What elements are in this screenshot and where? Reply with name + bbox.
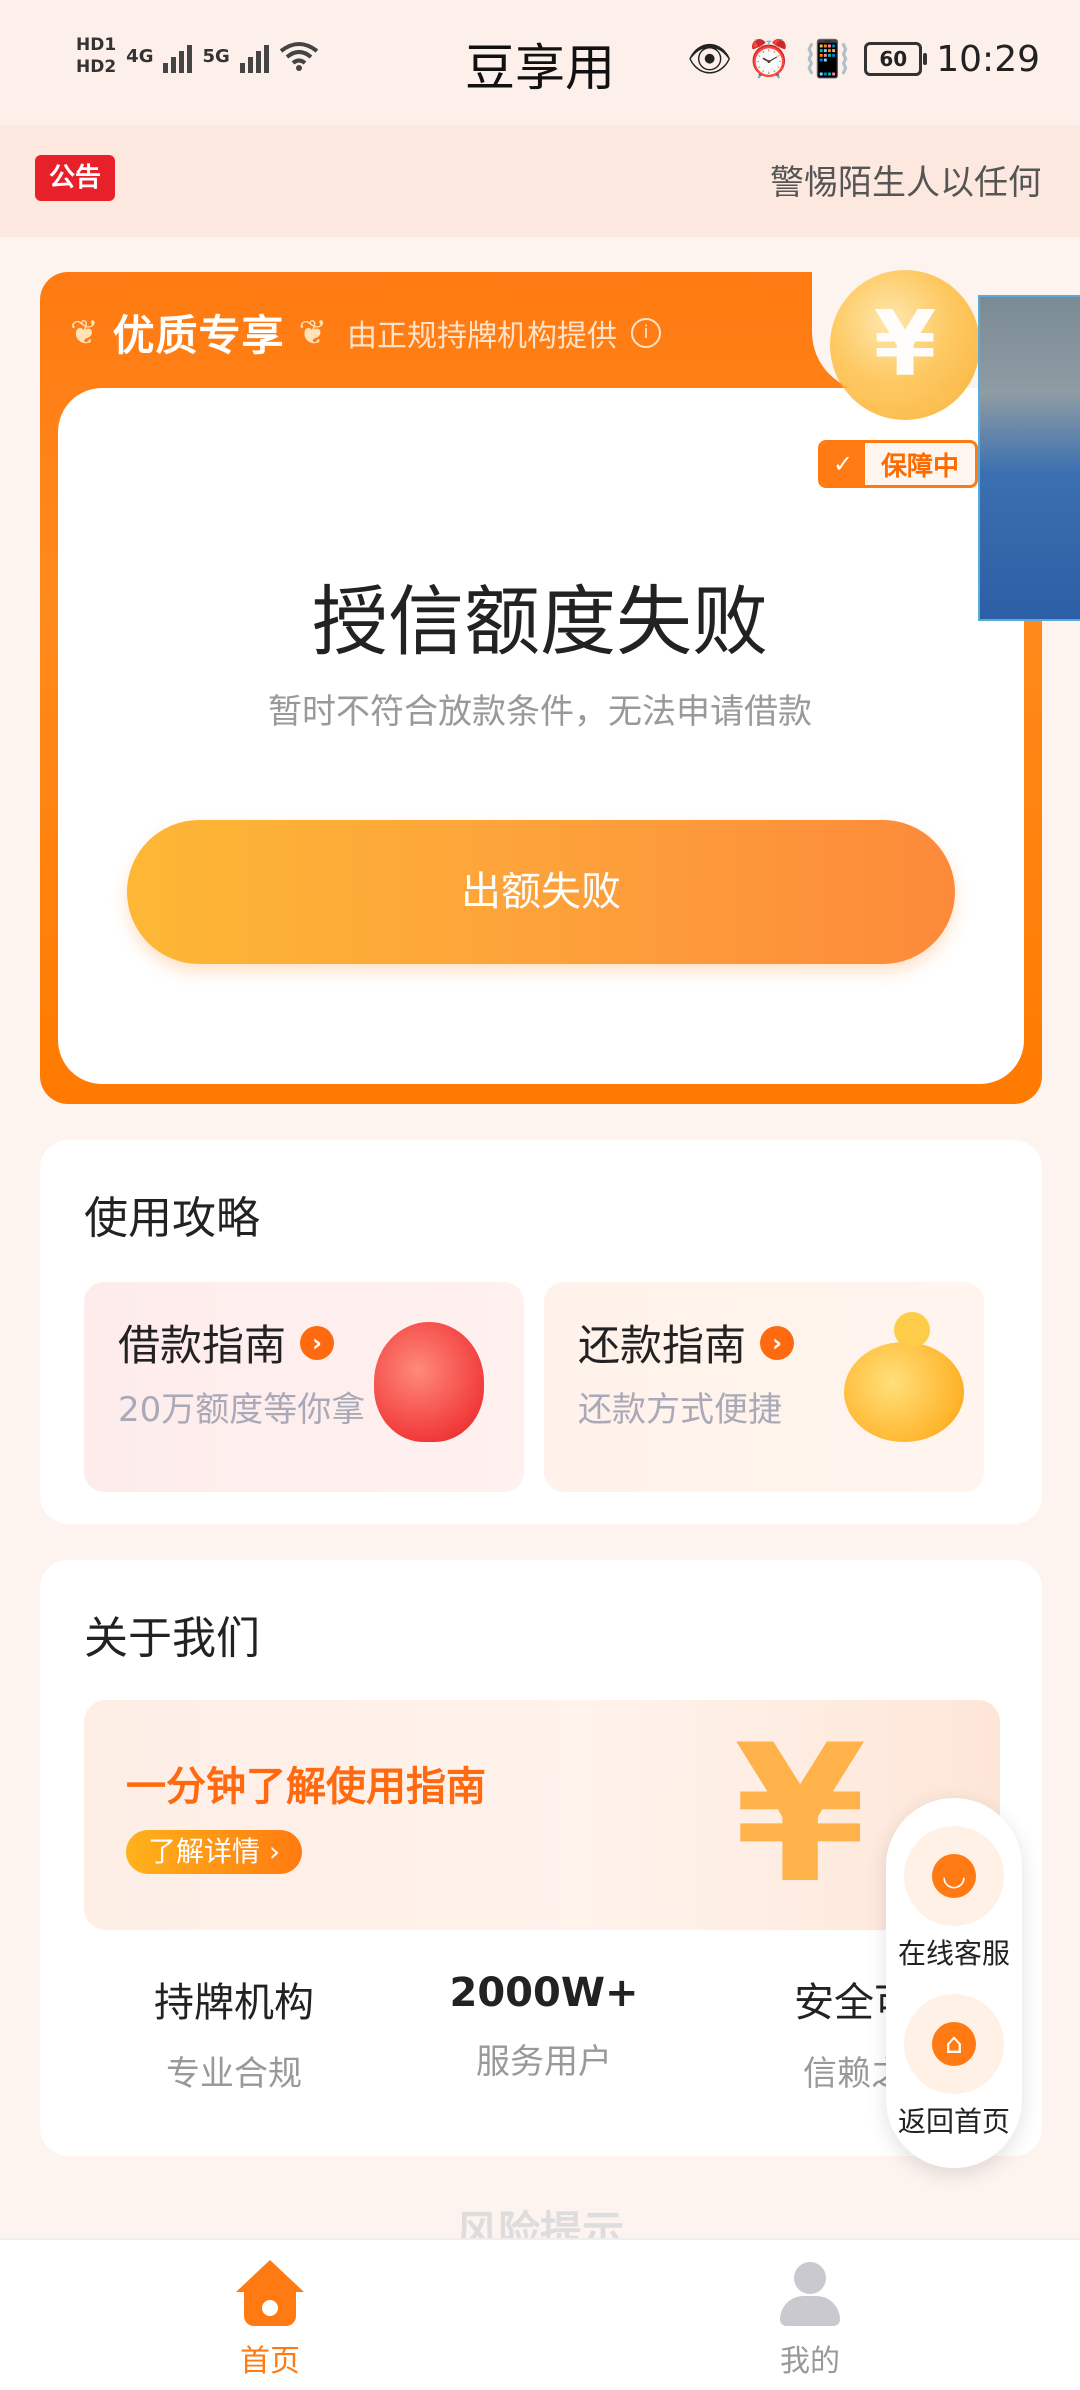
chat-icon: ◡ — [932, 1854, 976, 1898]
stat-label: 专业合规 — [166, 2054, 302, 2094]
brand-label: 优质专享 — [112, 311, 285, 360]
usage-guide-section: 使用攻略 借款指南 › 20万额度等你拿 还款指南 › 还款方式便捷 — [40, 1140, 1042, 1524]
notice-marquee[interactable]: 警惕陌生人以任何 — [770, 155, 1040, 204]
stat-value: 2000W+ — [449, 1970, 639, 2016]
repay-guide-card[interactable]: 还款指南 › 还款方式便捷 — [544, 1282, 984, 1492]
bottom-nav: 首页 我的 — [0, 2238, 1080, 2390]
floating-action-panel: ◡ 在线客服 ⌂ 返回首页 — [886, 1798, 1022, 2168]
credit-fail-button[interactable]: 出额失败 — [127, 820, 955, 964]
nav-home[interactable]: 首页 — [170, 2260, 370, 2380]
banner-title: 一分钟了解使用指南 — [126, 1764, 486, 1810]
yen-symbol-icon: ¥ — [734, 1704, 867, 1925]
user-icon — [776, 2260, 844, 2328]
money-bag-icon — [374, 1322, 484, 1442]
eye-icon: 👁 — [686, 39, 733, 80]
home-icon — [236, 2260, 304, 2328]
service-icon-wrap: ◡ — [904, 1826, 1004, 1926]
section-title: 使用攻略 — [84, 1193, 260, 1244]
loan-guide-title: 借款指南 — [118, 1321, 287, 1370]
nav-mine-label: 我的 — [780, 2344, 840, 2379]
stat-item: 持牌机构 专业合规 — [84, 1970, 384, 2095]
card-body — [58, 388, 1024, 1084]
stat-label: 服务用户 — [476, 2042, 612, 2082]
loan-guide-subtitle: 20万额度等你拿 — [118, 1390, 366, 1430]
alarm-icon: ⏰ — [746, 39, 792, 80]
coin-icon — [894, 1312, 930, 1348]
repay-guide-subtitle: 还款方式便捷 — [578, 1390, 782, 1430]
notice-tag: 公告 — [35, 155, 115, 201]
laurel-right-icon: ❦ — [298, 312, 328, 353]
status-right: 👁 ⏰ 📳 60 10:29 — [686, 38, 1040, 81]
online-service-label: 在线客服 — [897, 1937, 1010, 1970]
learn-more-label: 了解详情 — [148, 1835, 261, 1868]
guarantee-label: 保障中 — [880, 451, 959, 482]
result-subtitle: 暂时不符合放款条件，无法申请借款 — [268, 692, 812, 732]
loan-guide-title-row: 借款指南 › — [118, 1312, 335, 1373]
guarantee-badge: ✓ 保障中 — [818, 440, 978, 488]
learn-more-button[interactable]: 了解详情 › — [126, 1830, 303, 1874]
vibrate-icon: 📳 — [805, 39, 851, 80]
back-home-button[interactable]: ⌂ 返回首页 — [886, 1994, 1022, 2140]
battery-icon: 60 — [864, 42, 928, 76]
laurel-left-icon: ❦ — [70, 312, 99, 353]
nav-mine[interactable]: 我的 — [710, 2260, 910, 2380]
nav-home-label: 首页 — [240, 2344, 300, 2379]
stat-value: 持牌机构 — [154, 1980, 314, 2026]
loan-guide-card[interactable]: 借款指南 › 20万额度等你拿 — [84, 1282, 524, 1492]
provider-text: 由正规持牌机构提供 — [347, 318, 618, 354]
back-home-label: 返回首页 — [897, 2105, 1010, 2138]
shield-check-icon: ✓ — [821, 443, 865, 485]
chevron-right-icon: › — [760, 1325, 795, 1360]
yen-coin-icon: ¥ — [830, 270, 980, 420]
result-title: 授信额度失败 — [312, 577, 768, 666]
card-header: ❦ 优质专享 ❦ 由正规持牌机构提供 i — [70, 302, 662, 363]
clock: 10:29 — [936, 38, 1040, 80]
repay-guide-title-row: 还款指南 › — [578, 1312, 795, 1373]
info-icon[interactable]: i — [631, 317, 662, 348]
notice-bar[interactable]: 公告 警惕陌生人以任何 — [0, 125, 1080, 237]
chevron-right-icon: › — [300, 1325, 335, 1360]
stat-item: 2000W+ 服务用户 — [394, 1970, 694, 2083]
repay-guide-title: 还款指南 — [578, 1321, 747, 1370]
section-title: 关于我们 — [84, 1613, 260, 1664]
piggy-bank-icon — [844, 1342, 964, 1442]
status-bar: HD1 HD2 4G 5G 豆享用 👁 ⏰ 📳 60 10:29 — [0, 0, 1080, 125]
guide-banner[interactable]: 一分钟了解使用指南 了解详情 › ¥ — [84, 1700, 1000, 1930]
home-icon-wrap: ⌂ — [904, 1994, 1004, 2094]
stats-row: 持牌机构 专业合规 2000W+ 服务用户 安全可 信赖之 — [84, 1970, 1000, 2120]
home-icon: ⌂ — [932, 2022, 976, 2066]
online-service-button[interactable]: ◡ 在线客服 — [886, 1826, 1022, 1972]
